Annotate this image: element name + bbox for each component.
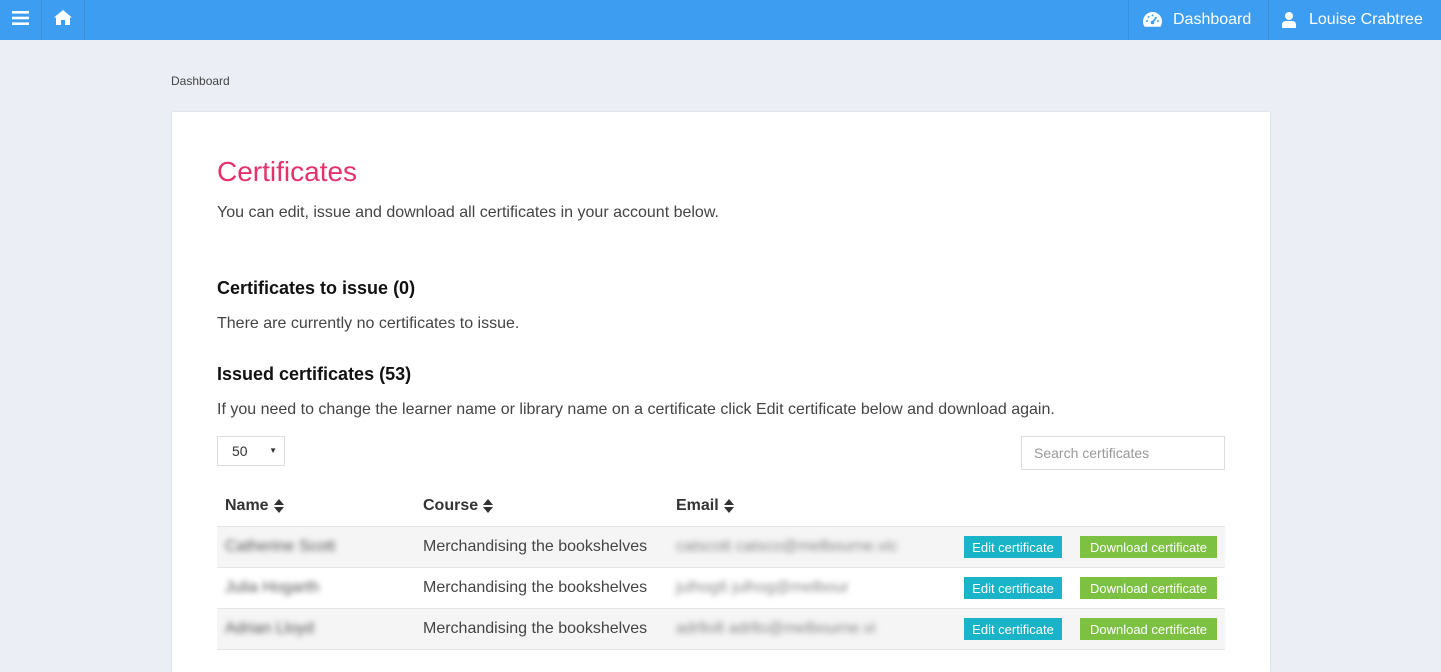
learner-name: Adrian Lloyd xyxy=(225,620,314,637)
column-header-course[interactable]: Course xyxy=(423,497,494,515)
column-header-email-label: Email xyxy=(676,497,719,514)
table-header: Name Course Email xyxy=(217,486,1225,527)
hamburger-menu-icon xyxy=(12,10,29,30)
learner-email: adrllo8 adrllo@melbourne.vi xyxy=(676,620,876,637)
column-header-course-label: Course xyxy=(423,497,479,514)
certificates-card: Certificates You can edit, issue and dow… xyxy=(172,112,1270,672)
issued-certificates-table: Name Course Email Catherine Scott Mercha… xyxy=(217,486,1225,650)
learner-name: Catherine Scott xyxy=(225,538,336,555)
sort-arrows-icon xyxy=(723,499,734,513)
course-name: Merchandising the bookshelves xyxy=(423,538,648,555)
to-issue-empty-text: There are currently no certificates to i… xyxy=(217,315,520,332)
search-certificates-input[interactable] xyxy=(1021,436,1225,470)
dashboard-link[interactable]: Dashboard xyxy=(1128,0,1269,40)
page-size-select[interactable]: 50 ▼ xyxy=(217,436,285,466)
learner-name: Julia Hogarth xyxy=(225,579,320,596)
learner-email: julhog6 julhog@melbour xyxy=(676,579,849,596)
column-header-name[interactable]: Name xyxy=(225,497,284,515)
column-header-email[interactable]: Email xyxy=(676,497,734,515)
course-name: Merchandising the bookshelves xyxy=(423,579,648,596)
menu-button[interactable] xyxy=(0,0,42,40)
sort-arrows-icon xyxy=(273,499,284,513)
issued-heading: Issued certificates (53) xyxy=(217,364,412,384)
download-certificate-button[interactable]: Download certificate xyxy=(1080,536,1217,558)
breadcrumb[interactable]: Dashboard xyxy=(171,74,230,88)
home-icon xyxy=(53,10,72,30)
table-row: Adrian Lloyd Merchandising the bookshelv… xyxy=(217,609,1225,650)
page-title: Certificates xyxy=(217,156,358,187)
edit-certificate-button[interactable]: Edit certificate xyxy=(964,577,1062,599)
download-certificate-button[interactable]: Download certificate xyxy=(1080,577,1217,599)
home-button[interactable] xyxy=(41,0,85,40)
course-name: Merchandising the bookshelves xyxy=(423,620,648,637)
user-menu[interactable]: Louise Crabtree xyxy=(1268,0,1441,40)
page-intro: You can edit, issue and download all cer… xyxy=(217,204,719,221)
dropdown-caret-icon: ▼ xyxy=(269,446,277,455)
edit-certificate-button[interactable]: Edit certificate xyxy=(964,618,1062,640)
page-size-value: 50 xyxy=(232,443,248,459)
table-row: Catherine Scott Merchandising the booksh… xyxy=(217,527,1225,568)
user-icon xyxy=(1282,12,1296,28)
column-header-name-label: Name xyxy=(225,497,269,514)
table-row: Julia Hogarth Merchandising the bookshel… xyxy=(217,568,1225,609)
dashboard-label: Dashboard xyxy=(1173,11,1252,28)
to-issue-heading: Certificates to issue (0) xyxy=(217,278,416,298)
speedometer-icon xyxy=(1143,12,1162,28)
learner-email: catscott catsco@melbourne.vic xyxy=(676,538,898,555)
top-navbar: Dashboard Louise Crabtree xyxy=(0,0,1441,40)
sort-arrows-icon xyxy=(483,499,494,513)
download-certificate-button[interactable]: Download certificate xyxy=(1080,618,1217,640)
issued-help-text: If you need to change the learner name o… xyxy=(217,401,1055,418)
user-name: Louise Crabtree xyxy=(1309,11,1423,28)
edit-certificate-button[interactable]: Edit certificate xyxy=(964,536,1062,558)
